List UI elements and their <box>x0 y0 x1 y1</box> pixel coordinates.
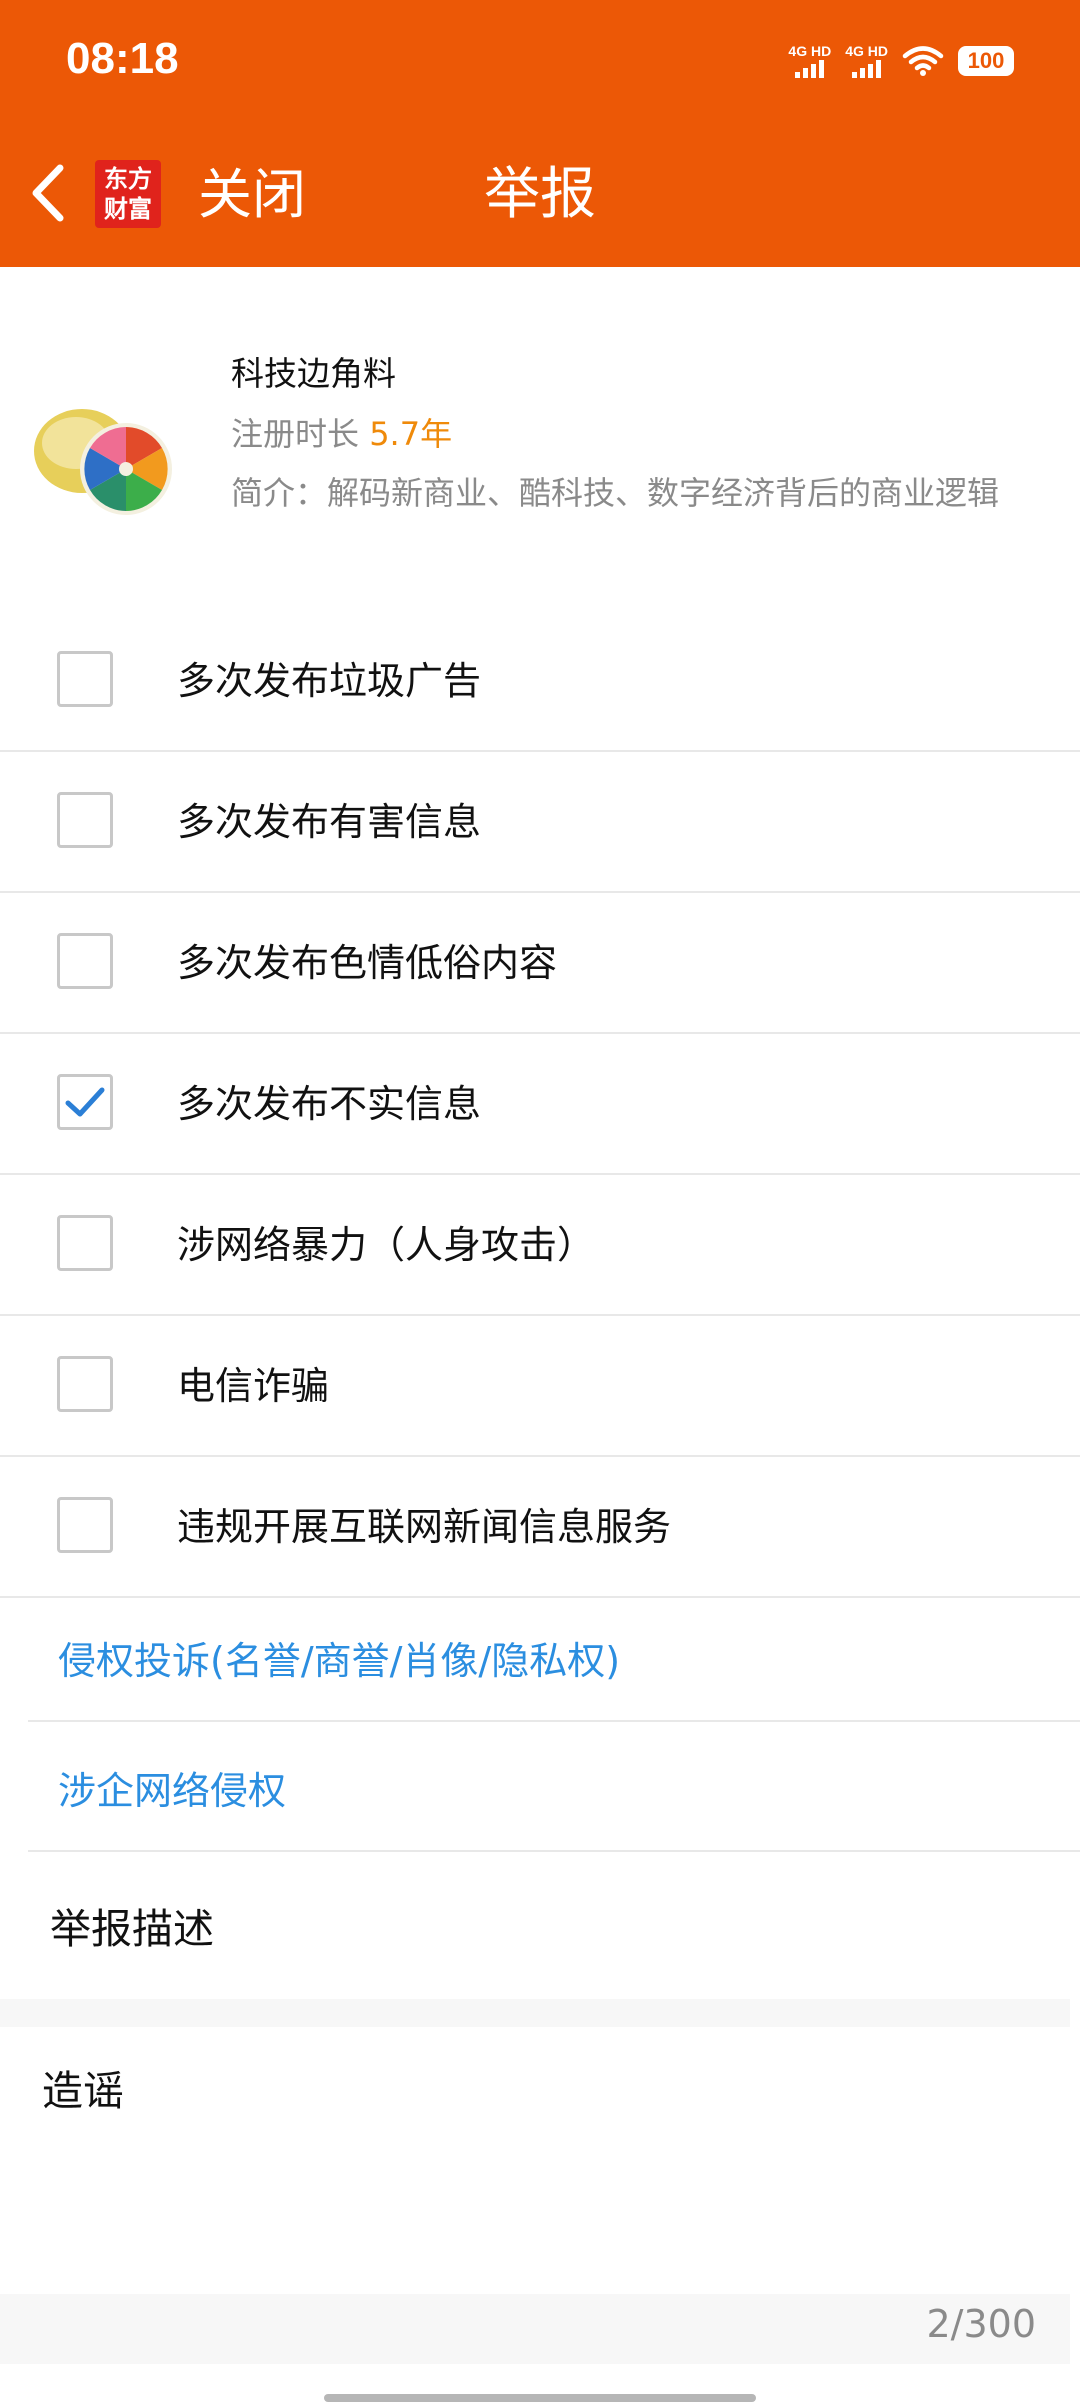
nav-bar: 东方 财富 关闭 举报 <box>0 130 1080 250</box>
registration-label: 注册时长 <box>231 415 370 453</box>
profile-name: 科技边角料 <box>231 354 396 393</box>
option-label: 多次发布色情低俗内容 <box>177 941 558 985</box>
status-bar: 08:18 4G HD 4G HD 100 <box>0 0 1080 110</box>
status-time: 08:18 <box>66 34 179 83</box>
status-icons: 4G HD 4G HD 100 <box>788 44 1014 78</box>
signal-icon: 4G HD <box>788 44 831 78</box>
avatar <box>34 409 172 515</box>
report-option-row[interactable]: 电信诈骗 <box>0 1316 1080 1457</box>
character-counter: 2/300 <box>926 2302 1036 2346</box>
brand-logo-line1: 东方 <box>104 165 152 193</box>
brand-logo: 东方 财富 <box>95 160 161 228</box>
description-title: 举报描述 <box>50 1905 214 1953</box>
report-options: 多次发布垃圾广告 多次发布有害信息 多次发布色情低俗内容 多次发布不实信息 涉网… <box>0 611 1080 1598</box>
description-text: 造谣 <box>42 2067 124 2115</box>
page-title: 举报 <box>484 162 596 227</box>
report-option-row[interactable]: 多次发布不实信息 <box>0 1034 1080 1175</box>
signal-icon: 4G HD <box>845 44 888 78</box>
infringement-complaint-label: 侵权投诉(名誉/商誉/肖像/隐私权) <box>58 1639 621 1683</box>
description-counter-bar: 2/300 <box>0 2294 1070 2364</box>
wifi-icon <box>902 46 944 76</box>
enterprise-infringement-link[interactable]: 涉企网络侵权 <box>28 1720 1080 1852</box>
report-option-row[interactable]: 多次发布有害信息 <box>0 752 1080 893</box>
registration-duration: 注册时长 5.7年 <box>231 409 452 455</box>
profile-bio: 简介：解码新商业、酷科技、数字经济背后的商业逻辑 <box>231 474 1000 512</box>
option-label: 多次发布垃圾广告 <box>177 659 482 703</box>
registration-years: 5.7年 <box>369 415 453 453</box>
checkbox[interactable] <box>57 1215 113 1271</box>
app-header: 08:18 4G HD 4G HD 100 东方 财富 关闭 举报 <box>0 0 1080 267</box>
signal-label: 4G HD <box>788 43 832 59</box>
infringement-complaint-link[interactable]: 侵权投诉(名誉/商誉/肖像/隐私权) <box>28 1590 1080 1722</box>
report-option-row[interactable]: 违规开展互联网新闻信息服务 <box>0 1457 1080 1598</box>
enterprise-infringement-label: 涉企网络侵权 <box>58 1769 287 1813</box>
home-indicator[interactable] <box>324 2394 756 2402</box>
checkbox-checked[interactable] <box>57 1074 113 1130</box>
brand-logo-line2: 财富 <box>104 195 152 223</box>
checkbox[interactable] <box>57 651 113 707</box>
option-label: 违规开展互联网新闻信息服务 <box>177 1505 672 1549</box>
checkbox[interactable] <box>57 792 113 848</box>
report-option-row[interactable]: 多次发布垃圾广告 <box>0 611 1080 752</box>
report-option-row[interactable]: 涉网络暴力（人身攻击） <box>0 1175 1080 1316</box>
option-label: 多次发布不实信息 <box>177 1082 482 1126</box>
profile-card: 科技边角料 注册时长 5.7年 简介：解码新商业、酷科技、数字经济背后的商业逻辑 <box>0 267 1080 597</box>
option-label: 电信诈骗 <box>177 1364 330 1408</box>
checkmark-icon <box>65 1087 105 1117</box>
chevron-left-icon[interactable] <box>22 158 72 228</box>
option-label: 涉网络暴力（人身攻击） <box>177 1223 596 1267</box>
signal-label: 4G HD <box>845 43 888 59</box>
battery-icon: 100 <box>958 46 1014 76</box>
checkbox[interactable] <box>57 1356 113 1412</box>
option-label: 多次发布有害信息 <box>177 800 482 844</box>
close-button[interactable]: 关闭 <box>198 160 306 230</box>
report-option-row[interactable]: 多次发布色情低俗内容 <box>0 893 1080 1034</box>
checkbox[interactable] <box>57 1497 113 1553</box>
checkbox[interactable] <box>57 933 113 989</box>
